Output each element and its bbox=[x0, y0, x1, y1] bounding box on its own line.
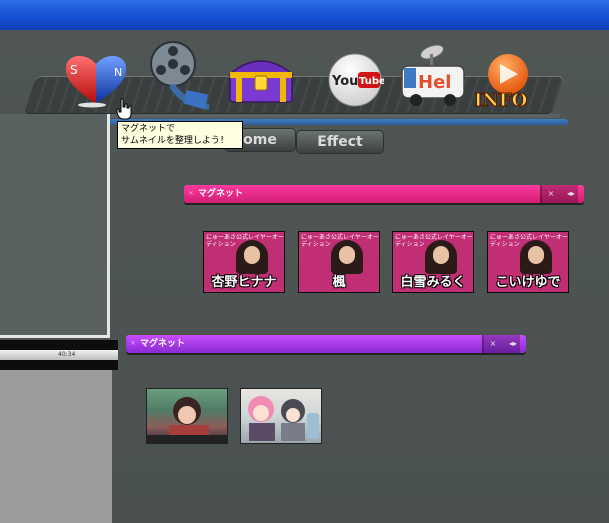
left-panel bbox=[0, 114, 110, 338]
title-bar bbox=[0, 0, 609, 30]
thumbnail-2-caption: にゅーあさ公式レイヤーオーディション bbox=[301, 234, 379, 248]
info-icon[interactable]: INFO bbox=[474, 52, 544, 112]
magnet-group-bar-2[interactable]: × マグネット × ◂▸ bbox=[126, 335, 526, 353]
timeline-ruler[interactable]: 40:34 bbox=[0, 340, 118, 370]
group-1-collapse-icon[interactable]: × bbox=[544, 187, 558, 201]
group-2-label: マグネット bbox=[140, 339, 186, 349]
hello-truck-icon[interactable]: Hel bbox=[398, 42, 468, 112]
thumbnail-4-name: こいけゆで bbox=[495, 275, 561, 290]
tooltip-line-1: マグネットで bbox=[121, 124, 176, 134]
magnet-s-letter: S bbox=[70, 63, 78, 77]
group-2-collapse-icon[interactable]: × bbox=[486, 337, 500, 351]
treasure-chest-icon[interactable] bbox=[226, 52, 296, 108]
magnet-tooltip: マグネットで サムネイルを整理しよう！ bbox=[117, 121, 243, 149]
film-reel-icon[interactable] bbox=[145, 40, 213, 110]
svg-text:Hel: Hel bbox=[418, 72, 451, 93]
anime-thumbnail-2-art bbox=[248, 396, 319, 441]
svg-text:Tube: Tube bbox=[359, 76, 384, 87]
anime-thumbnail-1-art bbox=[147, 397, 227, 443]
thumbnail-4[interactable]: にゅーあさ公式レイヤーオーディション こいけゆで bbox=[487, 231, 569, 293]
tab-effect[interactable]: Effect bbox=[297, 131, 383, 153]
thumbnail-4-caption: にゅーあさ公式レイヤーオーディション bbox=[490, 234, 568, 248]
anime-thumbnail-2[interactable] bbox=[240, 388, 322, 444]
thumbnail-1-name: 杏野ヒナナ bbox=[211, 275, 277, 290]
group-1-separator bbox=[540, 185, 542, 203]
left-bottom-panel bbox=[0, 370, 112, 523]
svg-text:INFO: INFO bbox=[474, 90, 527, 111]
group-1-resize-icon[interactable]: ◂▸ bbox=[564, 187, 578, 201]
group-2-close-icon[interactable]: × bbox=[130, 340, 136, 347]
anime-thumbnail-1[interactable] bbox=[146, 388, 228, 444]
thumbnail-2-name: 楓 bbox=[332, 275, 346, 290]
timeline-tick-label: 40:34 bbox=[58, 351, 76, 358]
thumbnail-3-name: 白雪みるく bbox=[400, 275, 466, 290]
hand-cursor-icon bbox=[116, 98, 132, 124]
thumbnail-2[interactable]: にゅーあさ公式レイヤーオーディション 楓 bbox=[298, 231, 380, 293]
thumbnail-1-caption: にゅーあさ公式レイヤーオーディション bbox=[206, 234, 284, 248]
thumbnail-3[interactable]: にゅーあさ公式レイヤーオーディション 白雪みるく bbox=[392, 231, 474, 293]
magnet-group-bar-1[interactable]: × マグネット × ◂▸ bbox=[184, 185, 584, 203]
tooltip-line-2: サムネイルを整理しよう！ bbox=[121, 136, 229, 146]
youtube-icon[interactable]: You Tube bbox=[326, 52, 384, 108]
group-2-separator bbox=[482, 335, 484, 353]
magnet-n-letter: N bbox=[114, 66, 122, 79]
thumbnail-3-caption: にゅーあさ公式レイヤーオーディション bbox=[395, 234, 473, 248]
svg-text:You: You bbox=[331, 74, 358, 89]
group-1-close-icon[interactable]: × bbox=[188, 190, 194, 197]
group-2-resize-icon[interactable]: ◂▸ bbox=[506, 337, 520, 351]
group-1-label: マグネット bbox=[198, 189, 244, 199]
thumbnail-1[interactable]: にゅーあさ公式レイヤーオーディション 杏野ヒナナ bbox=[203, 231, 285, 293]
